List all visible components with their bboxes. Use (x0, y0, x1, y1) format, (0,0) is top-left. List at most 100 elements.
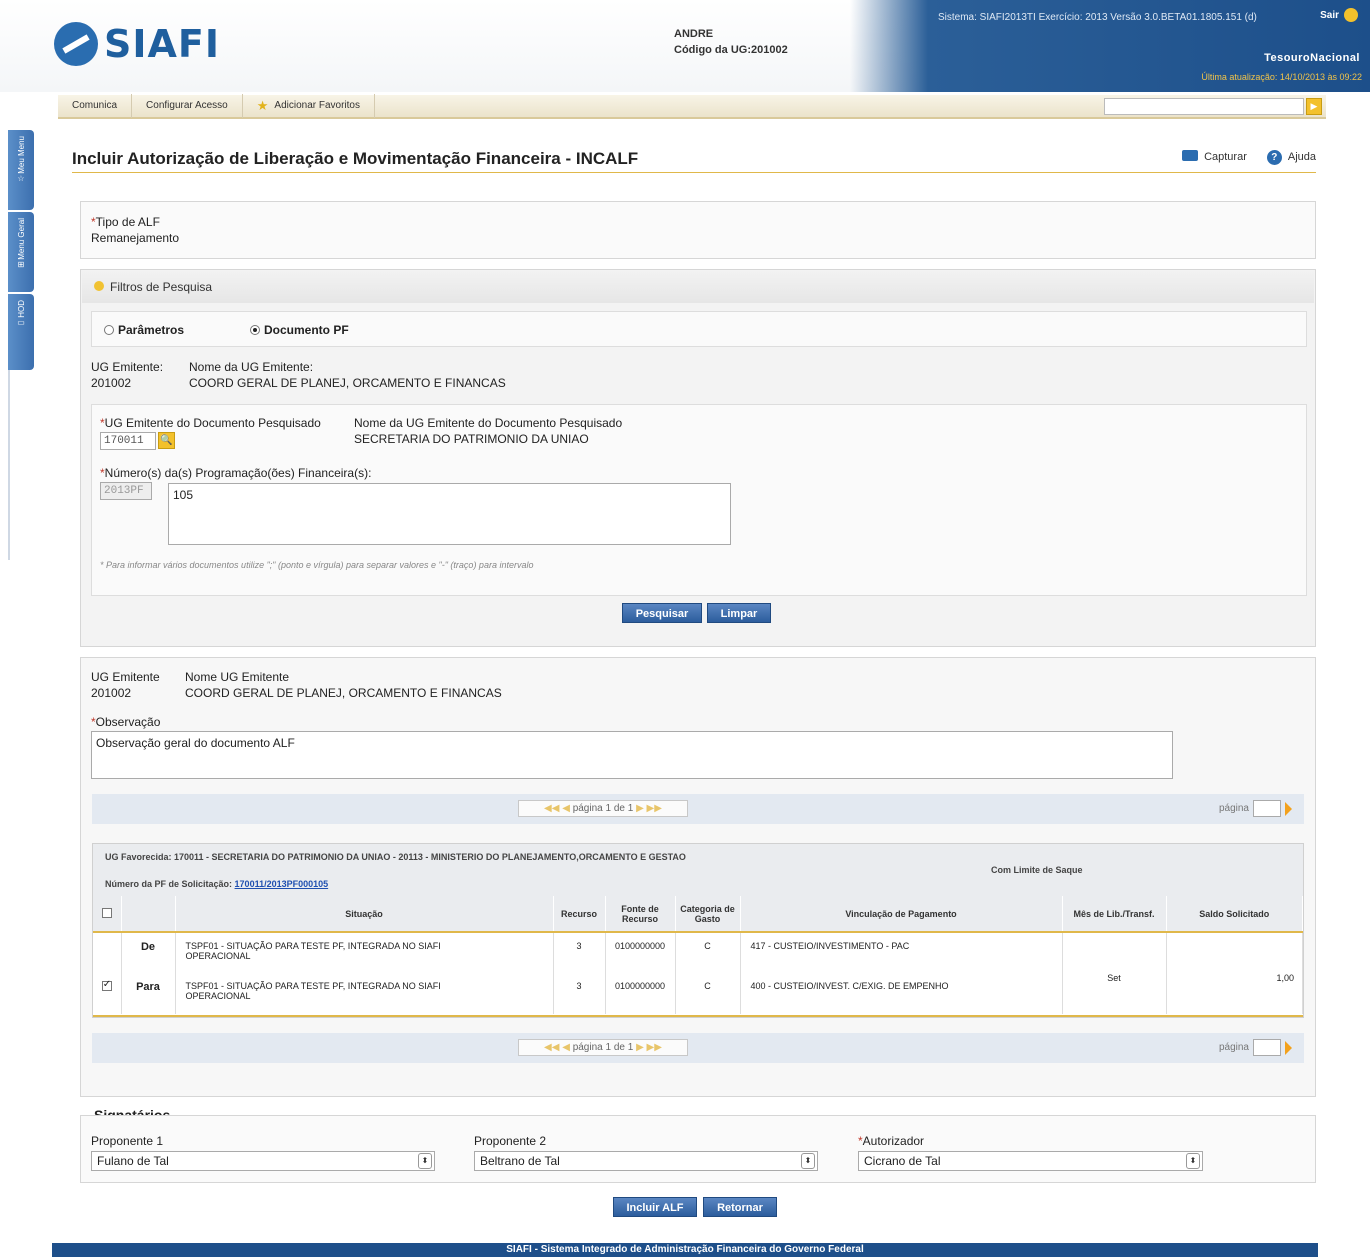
numeros-label-text: Número(s) da(s) Programação(ões) Finance… (104, 466, 372, 480)
col-situacao: Situação (175, 896, 554, 933)
last-page-icon: ▶ ▶▶ (633, 803, 662, 814)
autorizador-value: Cicrano de Tal (864, 1154, 941, 1168)
go-arrow-icon[interactable] (1285, 801, 1292, 816)
pf-link[interactable]: 170011/2013PF000105 (235, 879, 329, 889)
side-tab-menu-geral[interactable]: Menu Geral ⊞ (8, 212, 34, 292)
autorizador-select[interactable]: Cicrano de Tal ⬍ (858, 1151, 1203, 1171)
tipo-header (121, 896, 176, 933)
menu-comunica-label: Comunica (72, 100, 118, 111)
side-tab-meu-menu[interactable]: Meu Menu ☆ (8, 130, 34, 210)
menu-bar: Comunica Configurar Acesso ★ Adicionar Fa… (58, 94, 1326, 119)
row-checkbox[interactable] (101, 979, 112, 991)
limpar-button[interactable]: Limpar (707, 603, 771, 623)
menu-adicionar-favoritos[interactable]: ★ Adicionar Favoritos (243, 94, 375, 118)
retornar-button[interactable]: Retornar (703, 1197, 777, 1217)
nome-ug-label: Nome da UG Emitente: (189, 360, 314, 374)
result-nome-ug-value: COORD GERAL DE PLANEJ, ORCAMENTO E FINAN… (185, 686, 502, 700)
select-arrows-icon: ⬍ (1186, 1153, 1200, 1169)
row-situacao: TSPF01 - SITUAÇÃO PARA TESTE PF, INTEGRA… (175, 932, 554, 973)
tipo-alf-label: *Tipo de ALF (91, 215, 160, 229)
pager-bottom-page-input[interactable] (1253, 1039, 1281, 1056)
pager-bottom-pagina-label: página (1218, 1042, 1249, 1053)
pager-top-control[interactable]: ◀◀ ◀ página 1 de 1 ▶ ▶▶ (518, 800, 688, 817)
signatarios-panel: Proponente 1 Fulano de Tal ⬍ Proponente 2… (80, 1115, 1316, 1183)
proponente1-select[interactable]: Fulano de Tal ⬍ (91, 1151, 435, 1171)
radio-parametros-label: Parâmetros (118, 323, 185, 337)
ajuda-button[interactable]: ? Ajuda (1266, 150, 1316, 165)
row-recurso: 3 (553, 973, 606, 1014)
documento-box: *UG Emitente do Documento Pesquisado 170… (91, 404, 1307, 596)
pager-top-text: página 1 de 1 (572, 803, 634, 814)
observacao-textarea[interactable]: Observação geral do documento ALF (91, 731, 1173, 779)
footer: SIAFI - Sistema Integrado de Administraç… (52, 1243, 1318, 1257)
siafi-logo-icon (54, 22, 98, 66)
col-vinculacao: Vinculação de Pagamento (740, 896, 1063, 933)
first-page-icon: ◀◀ ◀ (544, 1042, 573, 1053)
tesouro-logo: TesouroNacional (1264, 52, 1360, 64)
capturar-button[interactable]: Capturar (1182, 150, 1247, 165)
user-name: ANDRE (674, 28, 714, 40)
result-ug-emitente-value: 201002 (91, 686, 132, 700)
radio-parametros-icon (104, 325, 114, 335)
side-divider (8, 370, 10, 560)
ug-emitente-label: UG Emitente: (91, 360, 164, 374)
filtros-title: Filtros de Pesquisa (110, 280, 213, 294)
user-info: ANDRE Código da UG:201002 (674, 26, 788, 58)
search-type-box: Parâmetros Documento PF (91, 311, 1307, 347)
pager-bottom: ◀◀ ◀ página 1 de 1 ▶ ▶▶ página (92, 1033, 1304, 1063)
pager-bottom-control[interactable]: ◀◀ ◀ página 1 de 1 ▶ ▶▶ (518, 1039, 688, 1056)
grid-group-header: UG Favorecida: 170011 - SECRETARIA DO PA… (93, 844, 1303, 896)
pager-top-page-input[interactable] (1253, 800, 1281, 817)
search-icon[interactable]: 🔍 (158, 432, 175, 449)
select-arrows-icon: ⬍ (801, 1153, 815, 1169)
radio-parametros[interactable]: Parâmetros (104, 323, 184, 337)
radio-documento-label: Documento PF (264, 323, 349, 337)
autorizador-label: *Autorizador (858, 1134, 925, 1148)
pesquisar-button[interactable]: Pesquisar (622, 603, 702, 623)
proponente2-select[interactable]: Beltrano de Tal ⬍ (474, 1151, 818, 1171)
grid-header-row: Situação Recurso Fonte de Recurso Catego… (93, 896, 1303, 933)
ajuda-label: Ajuda (1287, 151, 1316, 163)
filtros-header[interactable]: Filtros de Pesquisa (82, 271, 1314, 303)
row-vinculacao: 417 - CUSTEIO/INVESTIMENTO - PAC (740, 932, 1063, 973)
radio-documento-pf[interactable]: Documento PF (250, 323, 349, 337)
hint-text: * Para informar vários documentos utiliz… (100, 560, 534, 570)
row-mes: Set (1062, 932, 1167, 1014)
col-recurso: Recurso (553, 896, 606, 933)
grid-bottom-line (93, 1015, 1303, 1017)
incluir-alf-button[interactable]: Incluir ALF (613, 1197, 697, 1217)
menu-search-input[interactable] (1104, 98, 1304, 115)
system-info: Sistema: SIAFI2013TI Exercício: 2013 Ver… (938, 12, 1257, 23)
logout-button[interactable]: Sair (1320, 8, 1358, 22)
menu-configurar-label: Configurar Acesso (146, 100, 228, 111)
select-all-checkbox[interactable] (101, 907, 112, 918)
title-divider (72, 172, 1316, 173)
result-grid: UG Favorecida: 170011 - SECRETARIA DO PA… (92, 843, 1304, 1018)
menu-search-go-button[interactable]: ▶ (1306, 98, 1322, 115)
numeros-textarea[interactable]: 105 (168, 483, 731, 545)
pager-top-pagina-label: página (1218, 803, 1249, 814)
star-outline-icon: ☆ (17, 173, 25, 183)
observacao-label: *Observação (91, 715, 161, 729)
app-header: SIAFI ANDRE Código da UG:201002 Sistema:… (0, 0, 1370, 92)
ug-doc-input[interactable]: 170011 (100, 432, 156, 450)
star-icon: ★ (256, 98, 269, 113)
side-tab-hod[interactable]: HOD ▭ (8, 294, 34, 370)
system-bar: Sistema: SIAFI2013TI Exercício: 2013 Ver… (850, 0, 1370, 92)
pager-top-goto: página (1219, 800, 1292, 817)
select-arrows-icon: ⬍ (418, 1153, 432, 1169)
row-checkbox-cell (93, 932, 122, 973)
result-nome-ug-label: Nome UG Emitente (185, 670, 290, 684)
side-tab-hod-label: HOD (16, 300, 26, 318)
pager-bottom-goto: página (1219, 1039, 1292, 1056)
go-arrow-icon[interactable] (1285, 1040, 1292, 1055)
row-recurso: 3 (553, 932, 606, 973)
nome-ug-doc-value: SECRETARIA DO PATRIMONIO DA UNIAO (354, 432, 589, 446)
autorizador-label-text: Autorizador (862, 1134, 925, 1148)
siafi-logo: SIAFI (54, 22, 220, 66)
menu-comunica[interactable]: Comunica (58, 94, 133, 118)
row-tipo: Para (121, 973, 176, 1014)
menu-configurar-acesso[interactable]: Configurar Acesso (132, 94, 243, 118)
tipo-alf-label-text: Tipo de ALF (95, 215, 160, 229)
pf-prefix: 2013PF (100, 482, 152, 500)
